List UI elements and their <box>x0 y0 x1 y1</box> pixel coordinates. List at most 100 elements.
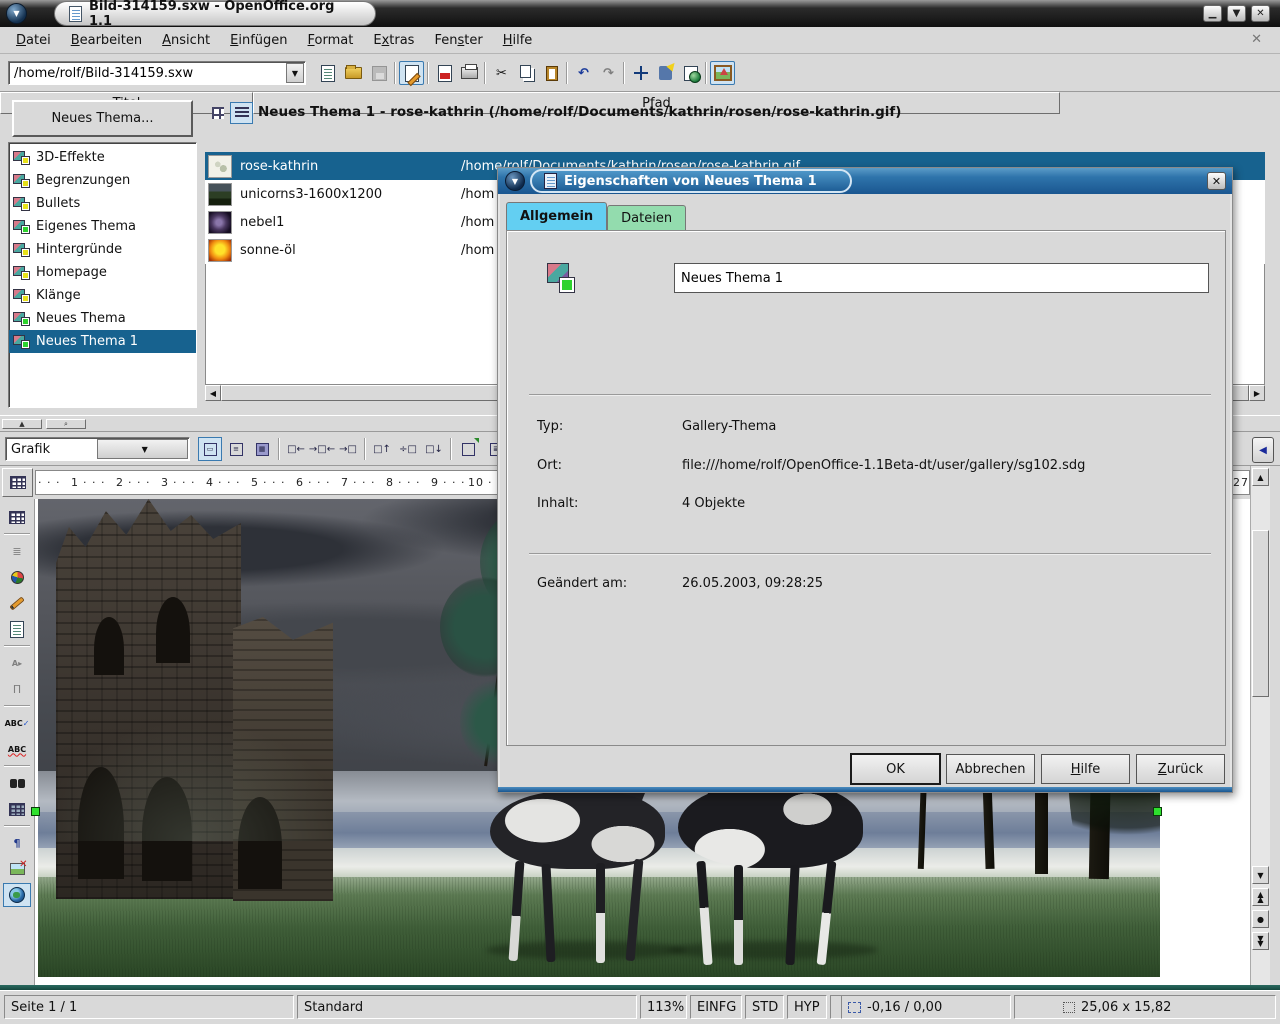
dialog-close-icon[interactable]: ✕ <box>1207 172 1226 190</box>
stylist-icon[interactable] <box>653 61 678 85</box>
theme-item-homepage[interactable]: Homepage <box>9 261 196 284</box>
wrap-on-icon[interactable]: ≡ <box>224 437 248 461</box>
minimize-button[interactable]: ▁ <box>1203 5 1222 22</box>
navigation-icon[interactable]: ● <box>1252 910 1269 928</box>
style-dropdown-icon[interactable]: ▼ <box>97 439 189 459</box>
scroll-left-icon[interactable]: ◀ <box>205 385 221 401</box>
window-title-pill: Bild-314159.sxw - OpenOffice.org 1.1 <box>54 1 376 26</box>
scroll-down-icon[interactable]: ▼ <box>1252 866 1269 884</box>
cut-icon[interactable]: ✂ <box>489 61 514 85</box>
status-zoom[interactable]: 113% <box>640 995 687 1019</box>
insert-object-icon[interactable] <box>3 565 31 589</box>
menu-bearbeiten[interactable]: Bearbeiten <box>61 29 152 52</box>
previous-page-icon[interactable]: ▲▲ <box>1252 888 1269 906</box>
close-button[interactable]: ✕ <box>1251 5 1270 22</box>
align-top-icon[interactable]: □↑ <box>370 437 394 461</box>
borders-icon[interactable] <box>456 437 480 461</box>
spellcheck-icon[interactable]: ABC✓ <box>3 711 31 735</box>
dialog-bottom-accent <box>498 787 1232 792</box>
menu-format[interactable]: Format <box>298 29 364 52</box>
url-combobox[interactable]: ▼ <box>8 61 306 85</box>
theme-item-3d-effekte[interactable]: 3D-Effekte <box>9 146 196 169</box>
selection-handle-left[interactable] <box>31 807 40 816</box>
theme-item-bullets[interactable]: Bullets <box>9 192 196 215</box>
menu-datei[interactable]: Datei <box>6 29 61 52</box>
open-icon[interactable] <box>341 61 366 85</box>
tab-allgemein[interactable]: Allgemein <box>506 202 607 230</box>
align-right-icon[interactable]: →□ <box>336 437 360 461</box>
hide-objectbar-icon[interactable]: ◀ <box>1252 437 1274 463</box>
scroll-up-icon[interactable]: ▲ <box>1252 468 1269 486</box>
insert-table-icon[interactable] <box>3 505 31 529</box>
theme-item-neues-thema[interactable]: Neues Thema <box>9 307 196 330</box>
data-sources-icon[interactable] <box>3 797 31 821</box>
align-left-icon[interactable]: □← <box>284 437 308 461</box>
shade-button[interactable]: ▼ <box>1227 5 1246 22</box>
tab-dateien[interactable]: Dateien <box>607 205 686 230</box>
wrap-off-icon[interactable]: ▭ <box>198 437 222 461</box>
zurueck-button[interactable]: Zurück <box>1136 754 1225 784</box>
autospellcheck-icon[interactable]: ABC <box>3 737 31 761</box>
status-hyperlink-mode[interactable]: HYP <box>787 995 827 1019</box>
menu-fenster[interactable]: Fenster <box>424 29 492 52</box>
hyperlink-icon[interactable] <box>678 61 703 85</box>
splitter-collapse-icon[interactable]: ▲ <box>2 419 42 429</box>
abbrechen-button[interactable]: Abbrechen <box>946 754 1035 784</box>
paste-icon[interactable] <box>539 61 564 85</box>
theme-item-hintergruende[interactable]: Hintergründe <box>9 238 196 261</box>
dialog-titlebar[interactable]: ▼ Eigenschaften von Neues Thema 1 ✕ <box>498 168 1232 194</box>
gallery-icon[interactable] <box>710 61 735 85</box>
menu-einfuegen[interactable]: Einfügen <box>220 29 297 52</box>
new-theme-button[interactable]: Neues Thema... <box>12 100 193 137</box>
vertical-scrollbar[interactable]: ▲ ▼ ▲▲ ● ▼▼ <box>1250 466 1270 985</box>
status-selection-mode[interactable]: STD <box>745 995 784 1019</box>
menu-ansicht[interactable]: Ansicht <box>152 29 220 52</box>
next-page-icon[interactable]: ▼▼ <box>1252 932 1269 950</box>
copy-icon[interactable] <box>514 61 539 85</box>
close-document-icon[interactable]: ✕ <box>1251 32 1262 47</box>
export-pdf-icon[interactable] <box>432 61 457 85</box>
menu-hilfe[interactable]: Hilfe <box>493 29 543 52</box>
new-document-icon[interactable] <box>315 61 340 85</box>
undo-icon[interactable]: ↶ <box>571 61 596 85</box>
draw-functions-icon[interactable] <box>3 591 31 615</box>
theme-item-klaenge[interactable]: Klänge <box>9 284 196 307</box>
insert-fields-icon: A▸ <box>3 651 31 675</box>
detail-view-icon[interactable] <box>230 102 253 124</box>
selection-handle-right[interactable] <box>1153 807 1162 816</box>
hilfe-button[interactable]: Hilfe <box>1041 754 1130 784</box>
dialog-menu-button[interactable]: ▼ <box>505 171 525 191</box>
find-replace-icon[interactable] <box>3 771 31 795</box>
statusbar: Seite 1 / 1 Standard 113% EINFG STD HYP … <box>0 990 1280 1024</box>
align-middle-icon[interactable]: ÷□ <box>396 437 420 461</box>
vscrollbar-thumb[interactable] <box>1252 530 1269 697</box>
align-bottom-icon[interactable]: □↓ <box>422 437 446 461</box>
scroll-right-icon[interactable]: ▶ <box>1249 385 1265 401</box>
print-icon[interactable] <box>457 61 482 85</box>
status-insert-mode[interactable]: EINFG <box>690 995 742 1019</box>
nonprinting-characters-icon[interactable]: ¶ <box>3 831 31 855</box>
status-pagestyle[interactable]: Standard <box>297 995 637 1019</box>
online-layout-icon[interactable] <box>3 883 31 907</box>
url-dropdown-icon[interactable]: ▼ <box>286 63 304 83</box>
menu-extras[interactable]: Extras <box>363 29 424 52</box>
theme-item-eigenes-thema[interactable]: Eigenes Thema <box>9 215 196 238</box>
splitter-handle[interactable]: ⌕ <box>46 419 86 429</box>
icon-view-icon[interactable] <box>206 102 229 124</box>
url-input[interactable] <box>9 66 285 81</box>
style-combobox[interactable]: Grafik ▼ <box>5 437 190 461</box>
thumbnail-sonne-oel <box>208 239 232 262</box>
insert-table-corner-icon[interactable] <box>2 468 33 497</box>
navigator-icon[interactable] <box>628 61 653 85</box>
window-menu-button[interactable]: ▼ <box>6 3 27 24</box>
theme-name-input[interactable] <box>674 263 1209 293</box>
theme-item-neues-thema-1[interactable]: Neues Thema 1 <box>9 330 196 353</box>
graphics-onoff-icon[interactable] <box>3 857 31 881</box>
dialog-tabs: Allgemein Dateien <box>506 202 686 230</box>
align-center-icon[interactable]: →□← <box>310 437 334 461</box>
ok-button[interactable]: OK <box>851 754 940 784</box>
form-functions-icon[interactable] <box>3 617 31 641</box>
theme-item-begrenzungen[interactable]: Begrenzungen <box>9 169 196 192</box>
edit-file-icon[interactable] <box>399 61 424 85</box>
wrap-through-icon[interactable]: ▦ <box>250 437 274 461</box>
